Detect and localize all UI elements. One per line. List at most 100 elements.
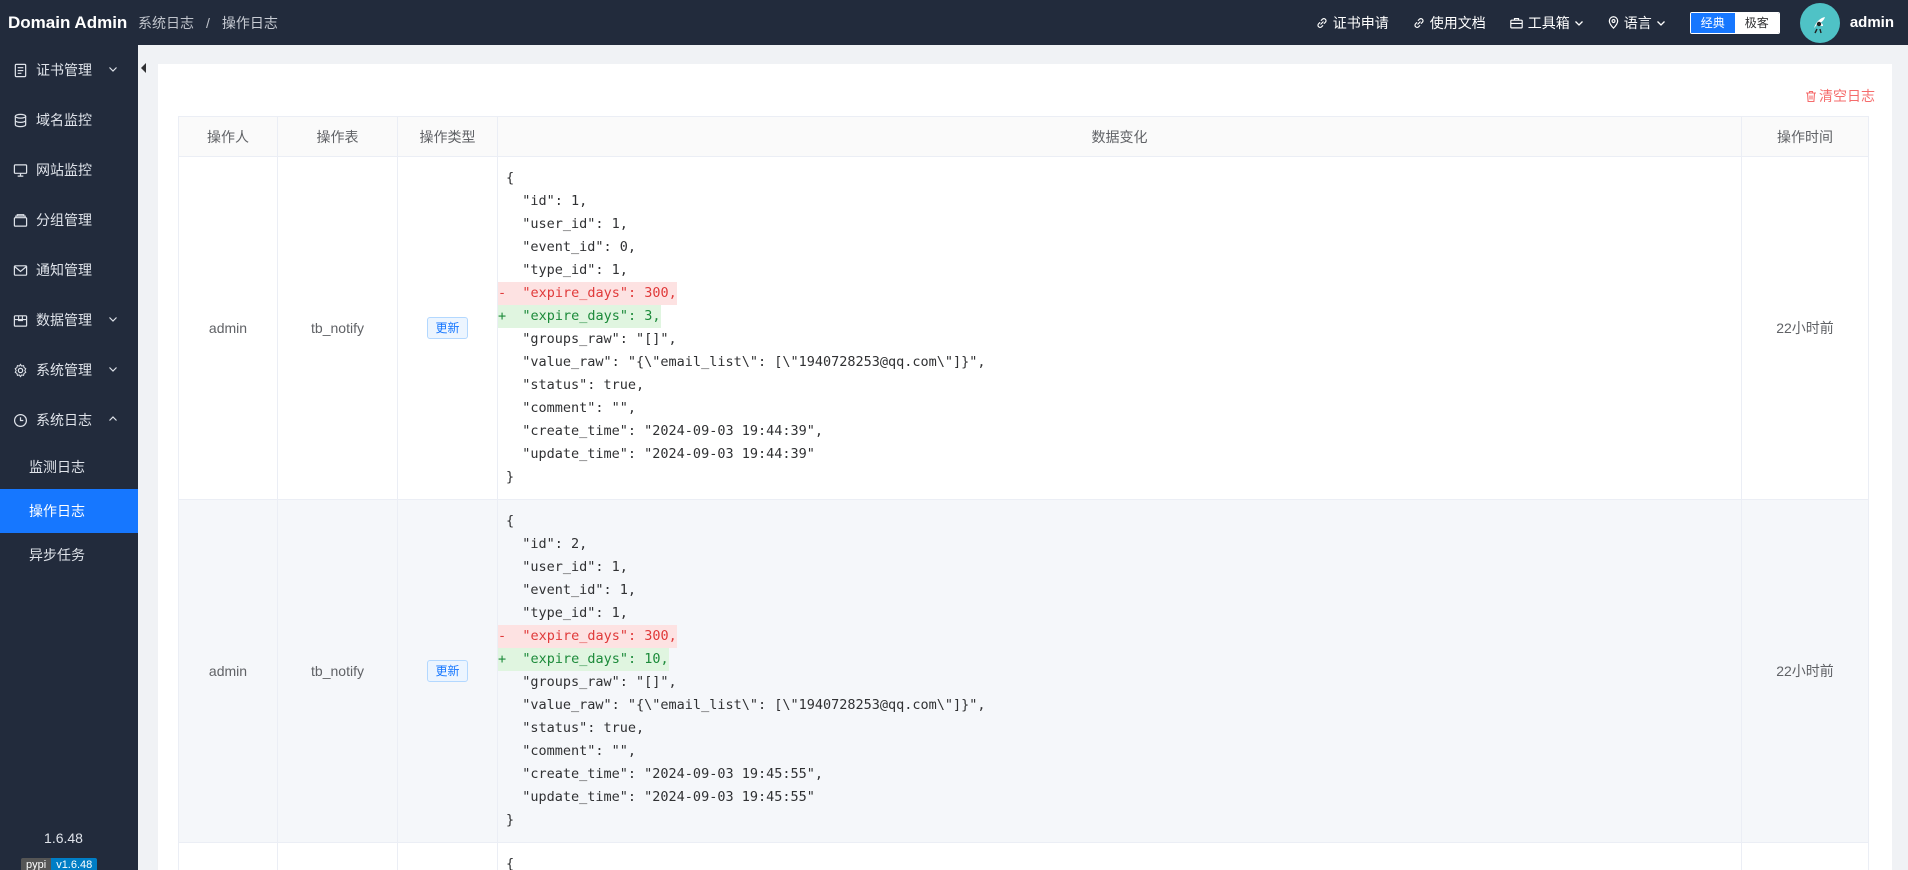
diff-line: "update_time": "2024-09-03 19:44:39" bbox=[506, 446, 815, 462]
diff-line: "status": true, bbox=[506, 377, 645, 393]
main-card: 清空日志 操作人 操作表 操作类型 数据变化 操作时间 admin tb_noti… bbox=[158, 64, 1892, 870]
toolbox-dropdown[interactable]: 工具箱 bbox=[1510, 13, 1584, 33]
diff-line: "create_time": "2024-09-03 19:45:55", bbox=[506, 766, 823, 782]
gear-icon bbox=[14, 362, 27, 378]
monitor-icon bbox=[13, 163, 28, 177]
diff-line: "user_id": 1, bbox=[506, 216, 628, 232]
diff-line: "id": 1, bbox=[506, 193, 588, 209]
chevron-up-icon bbox=[109, 416, 117, 421]
clear-log-button[interactable]: 清空日志 bbox=[1805, 86, 1875, 106]
brand-logo[interactable]: Domain Admin bbox=[0, 13, 138, 33]
column-header-operator: 操作人 bbox=[178, 116, 278, 157]
cell-operator: admin bbox=[178, 499, 278, 843]
diff-line: "groups_raw": "[]", bbox=[506, 674, 677, 690]
diff-line-added: + "expire_days": 10, bbox=[498, 648, 669, 671]
box-icon bbox=[13, 314, 28, 327]
database-icon bbox=[14, 113, 27, 127]
diff-line: "event_id": 1, bbox=[506, 582, 637, 598]
cell-time bbox=[1741, 842, 1869, 870]
document-icon bbox=[14, 63, 27, 77]
mail-icon bbox=[13, 264, 28, 276]
diff-line: "user_id": 1, bbox=[506, 559, 628, 575]
operation-log-table: 操作人 操作表 操作类型 数据变化 操作时间 admin tb_notify 更新 {… bbox=[178, 116, 1869, 870]
cell-type: 更新 bbox=[397, 499, 498, 843]
cell-table bbox=[277, 842, 398, 870]
sidebar-item-domain-monitor[interactable]: 域名监控 bbox=[0, 95, 138, 145]
diff-line: { bbox=[506, 513, 515, 529]
operation-type-tag: 更新 bbox=[427, 660, 468, 682]
column-header-time: 操作时间 bbox=[1741, 116, 1869, 157]
diff-line: "update_time": "2024-09-03 19:45:55" bbox=[506, 789, 815, 805]
folder-icon bbox=[13, 213, 28, 227]
username[interactable]: admin bbox=[1850, 14, 1894, 31]
diff-line-removed: - "expire_days": 300, bbox=[498, 625, 677, 648]
cell-time: 22小时前 bbox=[1741, 499, 1869, 843]
chevron-down-icon bbox=[109, 367, 117, 372]
column-header-type: 操作类型 bbox=[397, 116, 498, 157]
trash-icon bbox=[1806, 90, 1816, 102]
link-icon bbox=[1414, 17, 1424, 28]
sidebar-item-async-task[interactable]: 异步任务 bbox=[0, 533, 138, 577]
link-icon bbox=[1317, 17, 1327, 28]
docs-link[interactable]: 使用文档 bbox=[1413, 13, 1486, 33]
sidebar-item-monitor-log[interactable]: 监测日志 bbox=[0, 445, 138, 489]
sidebar: 证书管理 域名监控 网站监控 分组管理 通知管理 数据管理 系统管理 系统日志 … bbox=[0, 45, 138, 870]
table-row: { bbox=[178, 842, 1869, 870]
sidebar-item-operation-log[interactable]: 操作日志 bbox=[0, 489, 138, 533]
user-avatar-icon bbox=[1813, 16, 1825, 33]
sidebar-collapse-icon[interactable] bbox=[140, 62, 148, 74]
diff-line: } bbox=[506, 469, 515, 485]
sidebar-item-system-log[interactable]: 系统日志 bbox=[0, 395, 138, 445]
cell-diff: { bbox=[497, 842, 1742, 870]
breadcrumb-item-system-log[interactable]: 系统日志 bbox=[138, 13, 194, 33]
sidebar-item-cert-management[interactable]: 证书管理 bbox=[0, 45, 138, 95]
sidebar-item-system-management[interactable]: 系统管理 bbox=[0, 345, 138, 395]
theme-classic-button[interactable]: 经典 bbox=[1690, 12, 1735, 33]
chevron-down-icon bbox=[109, 317, 117, 322]
sidebar-item-website-monitor[interactable]: 网站监控 bbox=[0, 145, 138, 195]
diff-line: "type_id": 1, bbox=[506, 262, 628, 278]
theme-switch: 经典 极客 bbox=[1689, 11, 1780, 34]
cell-type bbox=[397, 842, 498, 870]
diff-line: "id": 2, bbox=[506, 536, 588, 552]
diff-line: "event_id": 0, bbox=[506, 239, 637, 255]
diff-line: "value_raw": "{\"email_list\": [\"194072… bbox=[506, 697, 986, 713]
diff-line: "comment": "", bbox=[506, 743, 637, 759]
column-header-diff: 数据变化 bbox=[497, 116, 1742, 157]
avatar[interactable] bbox=[1799, 2, 1840, 43]
diff-line: "comment": "", bbox=[506, 400, 637, 416]
table-body: admin tb_notify 更新 { "id": 1, "user_id": 1,… bbox=[178, 156, 1869, 870]
operation-type-tag: 更新 bbox=[427, 317, 468, 339]
theme-geek-button[interactable]: 极客 bbox=[1734, 12, 1779, 33]
cell-type: 更新 bbox=[397, 156, 498, 500]
sidebar-item-group-management[interactable]: 分组管理 bbox=[0, 195, 138, 245]
cell-diff: { "id": 1, "user_id": 1, "event_id": 0, … bbox=[497, 156, 1742, 500]
diff-line-removed: - "expire_days": 300, bbox=[498, 282, 677, 305]
location-pin-icon bbox=[1608, 16, 1619, 29]
cell-time: 22小时前 bbox=[1741, 156, 1869, 500]
cell-table: tb_notify bbox=[277, 499, 398, 843]
breadcrumb-separator: / bbox=[206, 14, 210, 31]
breadcrumb: 系统日志 / 操作日志 bbox=[138, 13, 278, 33]
breadcrumb-item-current: 操作日志 bbox=[221, 14, 278, 31]
diff-line: { bbox=[506, 170, 515, 186]
table-row: admin tb_notify 更新 { "id": 1, "user_id": 1,… bbox=[178, 156, 1869, 500]
cell-operator bbox=[178, 842, 278, 870]
diff-line: "create_time": "2024-09-03 19:44:39", bbox=[506, 423, 823, 439]
diff-line-added: + "expire_days": 3, bbox=[498, 305, 661, 328]
column-header-table: 操作表 bbox=[277, 116, 398, 157]
diff-line: } bbox=[506, 812, 515, 828]
top-header: Domain Admin 系统日志 / 操作日志 证书申请 使用文档 工具箱 语… bbox=[0, 0, 1908, 45]
sidebar-item-data-management[interactable]: 数据管理 bbox=[0, 295, 138, 345]
sidebar-item-notify-management[interactable]: 通知管理 bbox=[0, 245, 138, 295]
pypi-version-badge[interactable]: pypi v1.6.48 bbox=[21, 858, 98, 870]
cert-apply-link[interactable]: 证书申请 bbox=[1316, 13, 1389, 33]
chevron-down-icon bbox=[1574, 20, 1583, 26]
cell-diff: { "id": 2, "user_id": 1, "event_id": 1, … bbox=[497, 499, 1742, 843]
chevron-down-icon bbox=[1656, 20, 1665, 26]
table-header-row: 操作人 操作表 操作类型 数据变化 操作时间 bbox=[178, 116, 1869, 157]
version-text: 1.6.48 bbox=[44, 830, 83, 846]
diff-line: "type_id": 1, bbox=[506, 605, 628, 621]
diff-line: { bbox=[506, 856, 515, 870]
language-dropdown[interactable]: 语言 bbox=[1608, 13, 1666, 33]
